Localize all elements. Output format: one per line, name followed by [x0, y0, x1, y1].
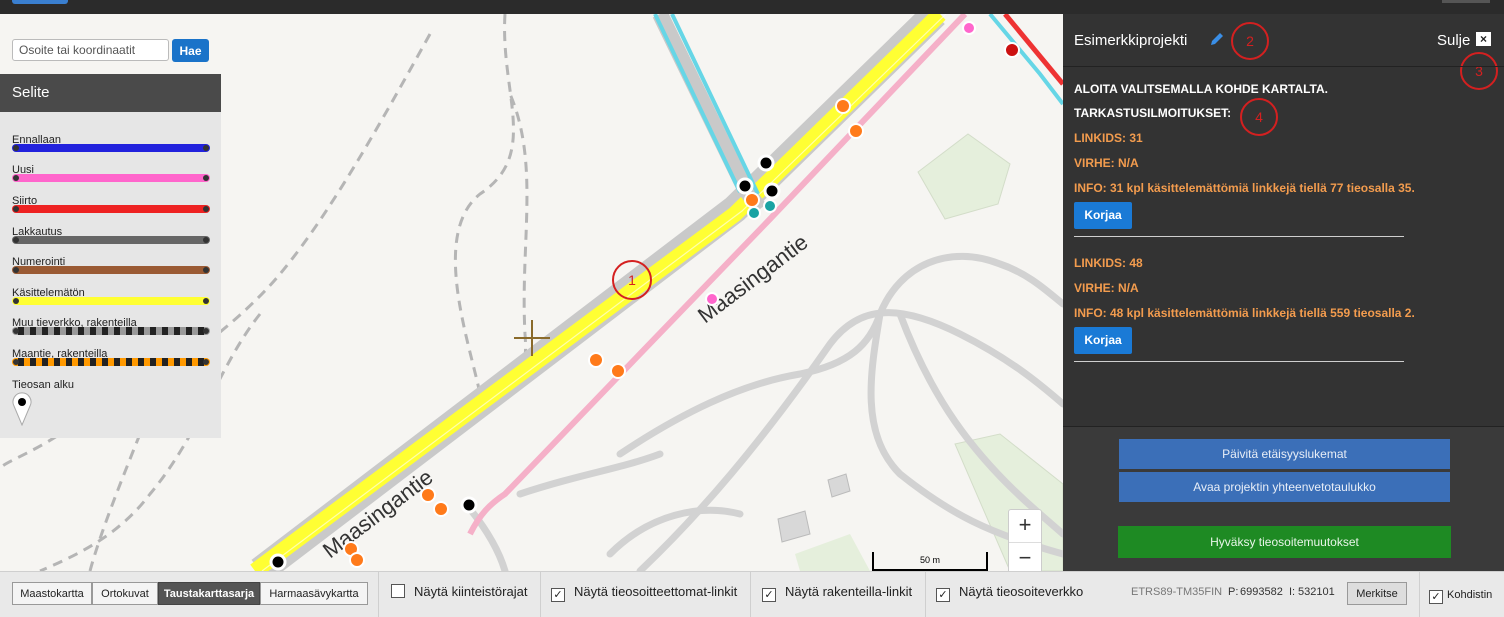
zoom-out-button[interactable]: − [1009, 543, 1041, 571]
annotation-marker-4: 4 [1240, 98, 1278, 136]
coord-i-label: I: [1289, 586, 1296, 598]
notice-linkids: LINKIDS: 31 [1074, 131, 1143, 145]
notice-divider [1074, 236, 1404, 237]
crs-label: ETRS89-TM35FIN [1131, 586, 1223, 598]
checkbox-label: Näytä tieosoitteettomat-linkit [574, 584, 738, 599]
close-icon[interactable]: × [1476, 32, 1491, 46]
legend-swatch [12, 358, 210, 366]
mark-button[interactable]: Merkitse [1347, 582, 1407, 605]
divider [540, 572, 541, 617]
coord-i-value: 532101 [1298, 586, 1335, 598]
legend-item: Lakkautus [12, 222, 210, 244]
notices-heading: TARKASTUSILMOITUKSET: [1074, 106, 1232, 120]
fix-button[interactable]: Korjaa [1074, 327, 1132, 354]
approve-changes-button[interactable]: Hyväksy tieosoitemuutokset [1118, 526, 1451, 558]
legend-panel: Ennallaan Uusi Siirto Lakkautus Numeroin… [0, 112, 221, 438]
legend-swatch [12, 236, 210, 244]
legend-swatch [12, 205, 210, 213]
checkbox-construction-links[interactable]: ✓ Näytä rakenteilla-linkit [762, 584, 912, 602]
annotation-marker-1: 1 [612, 260, 652, 300]
checkbox-label: Näytä rakenteilla-linkit [785, 584, 913, 599]
notice-info: INFO: 31 kpl käsittelemättömiä linkkejä … [1074, 181, 1415, 195]
basemap-harmaasavykartta[interactable]: Harmaasävykartta [260, 582, 368, 605]
header-divider [1063, 66, 1504, 67]
checkbox-label: Kohdistin [1447, 589, 1493, 601]
checkbox-box[interactable]: ✓ [551, 588, 565, 602]
legend-item: Käsittelemätön [12, 283, 210, 305]
legend-swatch [12, 144, 210, 152]
legend-item: Tieosan alku [12, 375, 210, 393]
annotation-marker-2: 2 [1231, 22, 1269, 60]
checkbox-label: Näytä tieosoiteverkko [959, 584, 1084, 599]
basemap-taustakarttasarja[interactable]: Taustakarttasarja [158, 582, 260, 605]
checkbox-label: Näytä kiinteistörajat [414, 584, 528, 599]
map-pin-icon [12, 392, 32, 426]
checkbox-unaddressed-links[interactable]: ✓ Näytä tieosoitteettomat-linkit [551, 584, 737, 602]
project-title: Esimerkkiprojekti [1074, 32, 1188, 49]
top-bar-button[interactable] [1442, 0, 1490, 3]
legend-item: Muu tieverkko, rakenteilla [12, 313, 210, 335]
notice-error: VIRHE: N/A [1074, 156, 1139, 170]
notice-linkids: LINKIDS: 48 [1074, 256, 1143, 270]
open-summary-button[interactable]: Avaa projektin yhteenvetotaulukko [1119, 472, 1450, 502]
checkbox-address-network[interactable]: ✓ Näytä tieosoiteverkko [936, 584, 1083, 602]
project-panel: Esimerkkiprojekti 2 Sulje × 3 ALOITA VAL… [1063, 14, 1504, 572]
instruction-text: ALOITA VALITSEMALLA KOHDE KARTALTA. [1074, 82, 1328, 96]
legend-item: Siirto [12, 191, 210, 213]
fix-button[interactable]: Korjaa [1074, 202, 1132, 229]
divider [1419, 572, 1420, 617]
legend-swatch [12, 297, 210, 305]
checkbox-target[interactable]: ✓ Kohdistin [1429, 587, 1492, 604]
notice-divider [1074, 361, 1404, 362]
legend-item: Ennallaan [12, 130, 210, 152]
map-view[interactable]: Maasingantie Maasingantie Osoite tai koo… [0, 14, 1063, 571]
search-button[interactable]: Hae [172, 39, 209, 62]
legend-item: Maantie, rakenteilla [12, 344, 210, 366]
notice-error: VIRHE: N/A [1074, 281, 1139, 295]
legend-swatch [12, 327, 210, 335]
basemap-maastokartta[interactable]: Maastokartta [12, 582, 92, 605]
checkbox-box[interactable]: ✓ [1429, 590, 1443, 604]
scale-bar: 50 m [872, 552, 988, 571]
legend-swatch [12, 266, 210, 274]
checkbox-box[interactable] [391, 584, 405, 598]
checkbox-property-lines[interactable]: Näytä kiinteistörajat [391, 584, 527, 600]
legend-item-label: Tieosan alku [12, 379, 74, 391]
divider [925, 572, 926, 617]
legend-item: Numerointi [12, 252, 210, 274]
annotation-marker-3: 3 [1460, 52, 1498, 90]
coord-p-value: 6993582 [1240, 586, 1283, 598]
app-logo[interactable] [12, 0, 68, 4]
checkbox-box[interactable]: ✓ [762, 588, 776, 602]
basemap-ortokuvat[interactable]: Ortokuvat [92, 582, 158, 605]
divider [378, 572, 379, 617]
zoom-control: + − [1008, 509, 1042, 571]
divider [750, 572, 751, 617]
legend-item: Uusi [12, 160, 210, 182]
notice-info: INFO: 48 kpl käsittelemättömiä linkkejä … [1074, 306, 1415, 320]
top-bar [0, 0, 1504, 14]
legend-title: Selite [0, 74, 221, 112]
coord-p-label: P: [1228, 586, 1239, 598]
bottom-toolbar: Maastokartta Ortokuvat Taustakarttasarja… [0, 571, 1504, 617]
legend-swatch [12, 174, 210, 182]
pencil-icon[interactable] [1209, 31, 1225, 47]
zoom-in-button[interactable]: + [1009, 510, 1041, 543]
update-distances-button[interactable]: Päivitä etäisyyslukemat [1119, 439, 1450, 469]
search-input[interactable] [12, 39, 169, 61]
close-label[interactable]: Sulje [1437, 32, 1470, 49]
checkbox-box[interactable]: ✓ [936, 588, 950, 602]
